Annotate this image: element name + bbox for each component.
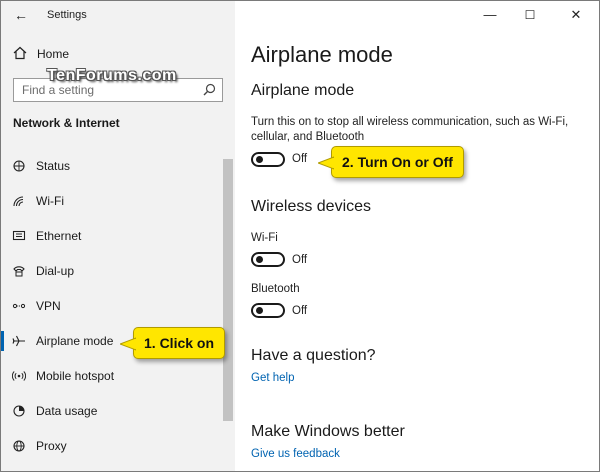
- sidebar-item-dialup[interactable]: Dial-up: [1, 254, 223, 288]
- back-button[interactable]: ←: [9, 5, 33, 25]
- sidebar-item-label: Mobile hotspot: [36, 369, 115, 383]
- get-help-link[interactable]: Get help: [251, 372, 294, 384]
- window-controls: — ☐ ✕: [471, 1, 599, 29]
- back-arrow-icon: ←: [14, 7, 28, 23]
- sidebar-item-label: Data usage: [36, 404, 98, 418]
- step2-callout: 2. Turn On or Off: [318, 146, 464, 178]
- hotspot-icon: [12, 371, 26, 381]
- data-usage-icon: [13, 405, 25, 417]
- airplane-mode-heading: Airplane mode: [251, 82, 355, 99]
- home-label: Home: [37, 47, 70, 61]
- app-title: Settings: [47, 9, 87, 21]
- search-icon: [203, 83, 216, 96]
- step1-callout: 1. Click on: [120, 327, 226, 359]
- page-title: Airplane mode: [251, 42, 393, 67]
- airplane-mode-description: Turn this on to stop all wireless commun…: [251, 116, 569, 143]
- question-heading: Have a question?: [251, 347, 376, 364]
- wifi-toggle[interactable]: [251, 252, 285, 267]
- sidebar-item-label: Dial-up: [36, 264, 75, 278]
- settings-window: ← Settings Home TenForums.com Network & …: [0, 0, 600, 472]
- sidebar-item-data-usage[interactable]: Data usage: [1, 394, 223, 428]
- bluetooth-label: Bluetooth: [251, 283, 300, 295]
- wifi-label: Wi-Fi: [251, 232, 278, 244]
- home-icon: [13, 46, 27, 60]
- sidebar-item-vpn[interactable]: VPN: [1, 289, 223, 323]
- sidebar: ← Settings Home TenForums.com Network & …: [1, 1, 235, 471]
- status-globe-icon: [13, 160, 25, 172]
- sidebar-item-wifi[interactable]: Wi-Fi: [1, 184, 223, 218]
- vpn-icon: [12, 303, 26, 309]
- make-windows-better-heading: Make Windows better: [251, 423, 405, 440]
- content-pane: — ☐ ✕ Airplane mode Airplane mode Turn t…: [235, 1, 599, 471]
- wireless-devices-heading: Wireless devices: [251, 198, 372, 215]
- sidebar-item-ethernet[interactable]: Ethernet: [1, 219, 223, 253]
- sidebar-item-label: Wi-Fi: [36, 194, 64, 208]
- sidebar-item-label: Proxy: [36, 439, 67, 453]
- bluetooth-state: Off: [292, 305, 308, 317]
- maximize-button[interactable]: ☐: [515, 5, 545, 25]
- dialup-phone-icon: [13, 266, 25, 277]
- home-nav-item[interactable]: Home: [1, 43, 235, 67]
- sidebar-item-mobile-hotspot[interactable]: Mobile hotspot: [1, 359, 223, 393]
- toggle-knob: [256, 156, 263, 163]
- sidebar-item-label: Status: [36, 159, 71, 173]
- airplane-icon: [12, 335, 25, 347]
- step1-callout-text: 1. Click on: [144, 335, 215, 351]
- feedback-link[interactable]: Give us feedback: [251, 448, 340, 460]
- airplane-mode-state: Off: [292, 153, 308, 165]
- wifi-state: Off: [292, 254, 308, 266]
- callout-pointer-icon: [318, 156, 334, 170]
- airplane-mode-toggle[interactable]: [251, 152, 285, 167]
- step2-callout-text: 2. Turn On or Off: [342, 154, 453, 170]
- sidebar-item-label: VPN: [36, 299, 61, 313]
- sidebar-item-proxy[interactable]: Proxy: [1, 429, 223, 463]
- sidebar-item-label: Ethernet: [36, 229, 82, 243]
- section-title: Network & Internet: [13, 116, 120, 130]
- wifi-icon: [13, 196, 24, 207]
- title-bar: ← Settings: [1, 1, 235, 31]
- bluetooth-toggle[interactable]: [251, 303, 285, 318]
- minimize-button[interactable]: —: [475, 5, 505, 25]
- proxy-globe-icon: [13, 440, 25, 452]
- sidebar-item-status[interactable]: Status: [1, 149, 223, 183]
- callout-pointer-icon: [120, 337, 136, 351]
- close-button[interactable]: ✕: [561, 5, 591, 25]
- tenforums-watermark: TenForums.com: [47, 67, 177, 84]
- toggle-knob: [256, 256, 263, 263]
- sidebar-item-label: Airplane mode: [36, 334, 114, 348]
- toggle-knob: [256, 307, 263, 314]
- ethernet-icon: [12, 230, 26, 241]
- sidebar-scrollbar[interactable]: [223, 159, 233, 421]
